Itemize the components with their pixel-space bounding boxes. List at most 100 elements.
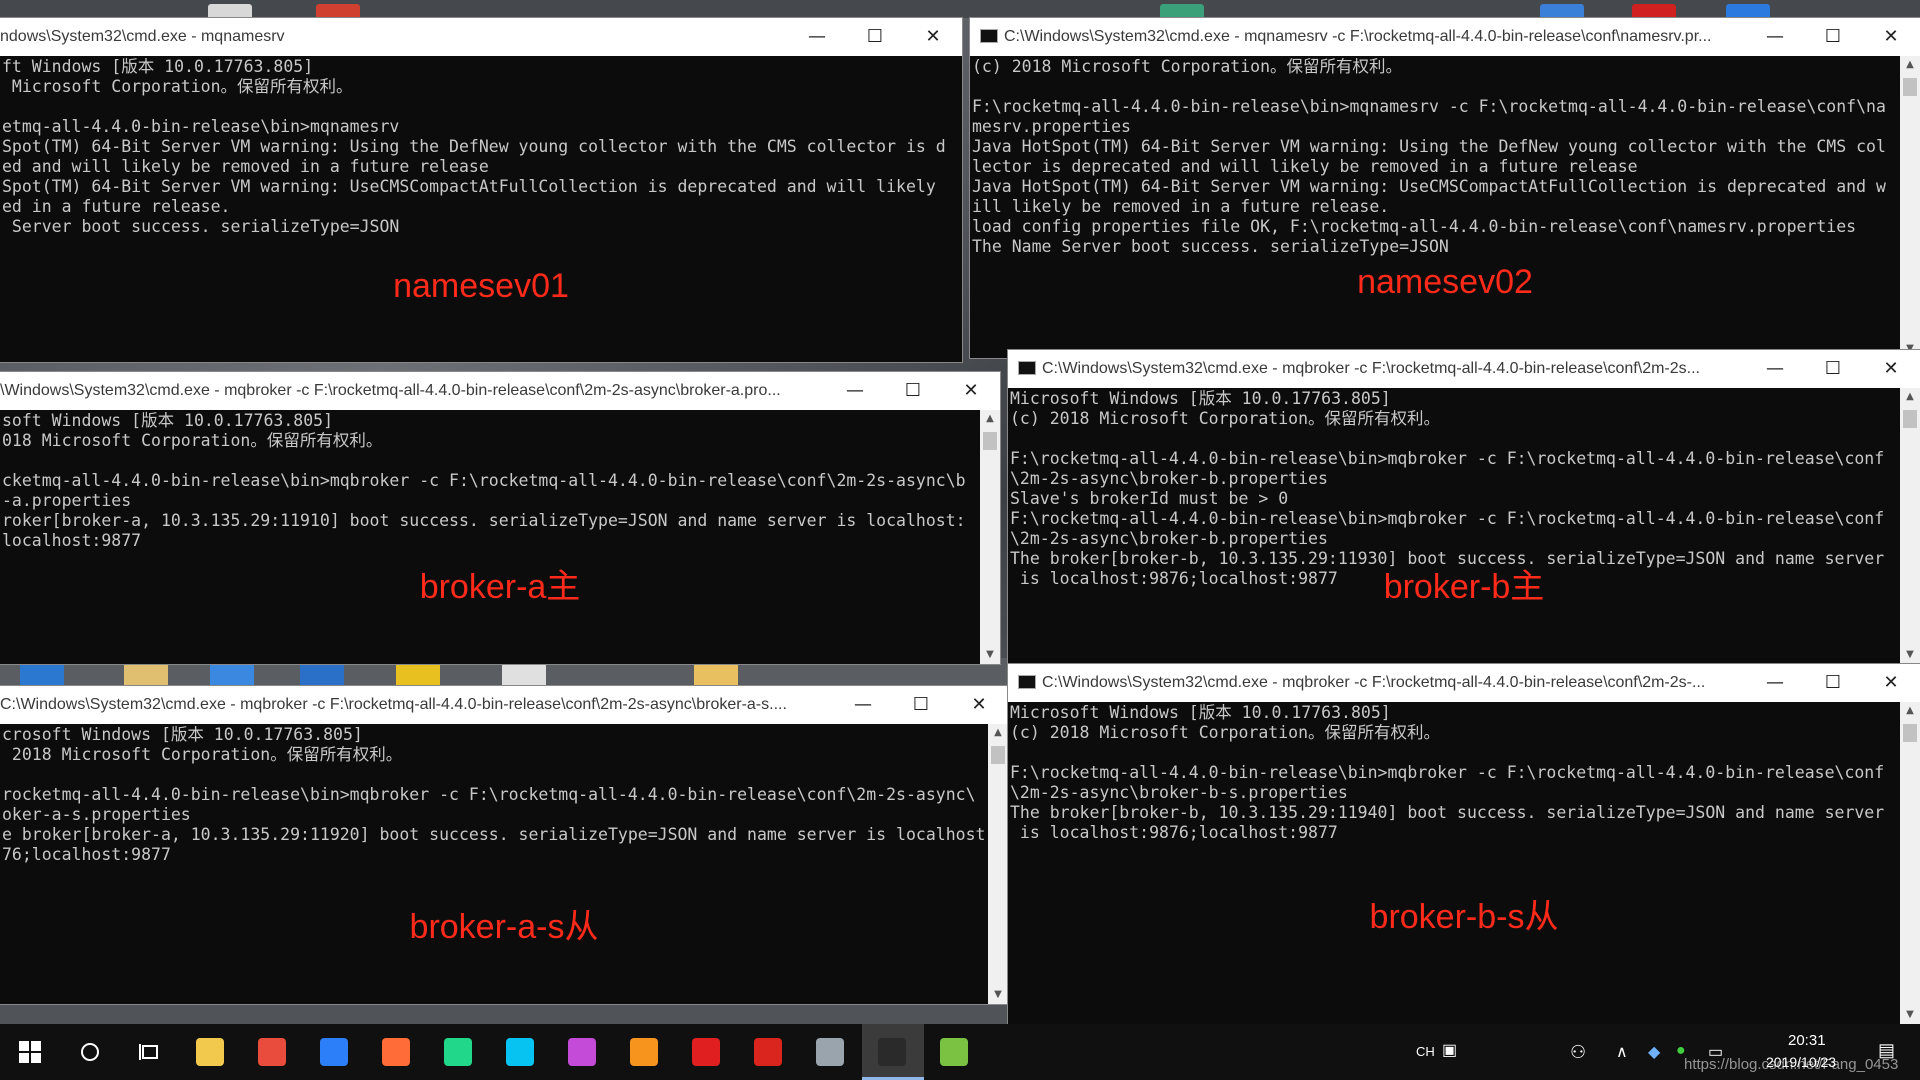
notes-app-icon	[320, 1038, 348, 1066]
taskbar-app-paint-3d[interactable]	[624, 1032, 664, 1072]
cmd-window-broker-b-s[interactable]: C:\Windows\System32\cmd.exe - mqbroker -…	[1008, 664, 1920, 1024]
maximize-button[interactable]: ☐	[1804, 18, 1862, 56]
taskbar-app-chrome[interactable]	[252, 1032, 292, 1072]
console-output[interactable]: crosoft Windows [版本 10.0.17763.805] 2018…	[0, 724, 988, 1004]
desktop-icon[interactable]	[396, 662, 440, 688]
title-bar[interactable]: C:\Windows\System32\cmd.exe - mqnamesrv …	[970, 18, 1920, 56]
scroll-thumb[interactable]	[983, 432, 997, 450]
clock-time[interactable]: 20:31	[1788, 1032, 1826, 1049]
console-line: The Name Server boot success. serializeT…	[972, 237, 1449, 256]
scroll-down-icon[interactable]: ▼	[1900, 1006, 1920, 1024]
console-line: roker[broker-a, 10.3.135.29:11910] boot …	[2, 511, 966, 530]
taskbar-app-youdao-dict[interactable]	[686, 1032, 726, 1072]
overlay-label: namesev01	[393, 267, 569, 305]
scroll-thumb[interactable]	[1903, 410, 1917, 428]
console-output[interactable]: Microsoft Windows [版本 10.0.17763.805] (c)…	[1008, 388, 1900, 664]
vertical-scrollbar[interactable]: ▲ ▼	[1900, 702, 1920, 1024]
desktop-icon[interactable]	[124, 662, 168, 688]
taskbar-app-cmd[interactable]	[872, 1032, 912, 1072]
close-button[interactable]: ✕	[1862, 350, 1920, 388]
cmd-window-namesev02[interactable]: C:\Windows\System32\cmd.exe - mqnamesrv …	[970, 18, 1920, 358]
netease-music-icon	[754, 1038, 782, 1066]
console-line: Java HotSpot(TM) 64-Bit Server VM warnin…	[972, 177, 1886, 196]
scroll-thumb[interactable]	[1903, 724, 1917, 742]
vertical-scrollbar[interactable]: ▲ ▼	[988, 724, 1008, 1004]
vertical-scrollbar[interactable]: ▲ ▼	[980, 410, 1000, 664]
scroll-up-icon[interactable]: ▲	[980, 410, 1000, 428]
title-bar[interactable]: C:\Windows\System32\cmd.exe - mqbroker -…	[0, 686, 1008, 724]
cmd-window-namesev01[interactable]: ndows\System32\cmd.exe - mqnamesrv — ☐ ✕ ft …	[0, 18, 962, 362]
ime-indicator[interactable]: CH	[1416, 1044, 1435, 1059]
desktop-icon[interactable]	[210, 662, 254, 688]
desktop-icon[interactable]	[694, 662, 738, 688]
cmd-window-broker-b[interactable]: C:\Windows\System32\cmd.exe - mqbroker -…	[1008, 350, 1920, 664]
cmd-window-broker-a[interactable]: \Windows\System32\cmd.exe - mqbroker -c …	[0, 372, 1000, 664]
cmd-window-broker-a-s[interactable]: C:\Windows\System32\cmd.exe - mqbroker -…	[0, 686, 1008, 1004]
scroll-up-icon[interactable]: ▲	[988, 724, 1008, 742]
title-bar[interactable]: ndows\System32\cmd.exe - mqnamesrv — ☐ ✕	[0, 18, 962, 56]
scroll-down-icon[interactable]: ▼	[980, 646, 1000, 664]
overlay-label: broker-b-s从	[1369, 898, 1559, 936]
desktop-icon[interactable]	[20, 662, 64, 688]
search-button[interactable]	[70, 1032, 110, 1072]
scroll-up-icon[interactable]: ▲	[1900, 56, 1920, 74]
taskbar-app-intellij-community[interactable]	[438, 1032, 478, 1072]
minimize-button[interactable]: —	[834, 686, 892, 724]
taskbar-app-webstorm[interactable]	[500, 1032, 540, 1072]
scroll-down-icon[interactable]: ▼	[988, 986, 1008, 1004]
title-bar[interactable]: C:\Windows\System32\cmd.exe - mqbroker -…	[1008, 350, 1920, 388]
image-viewer-icon	[816, 1038, 844, 1066]
scroll-thumb[interactable]	[991, 746, 1005, 764]
close-button[interactable]: ✕	[1862, 664, 1920, 702]
minimize-button[interactable]: —	[1746, 18, 1804, 56]
console-output[interactable]: Microsoft Windows [版本 10.0.17763.805] (c)…	[1008, 702, 1900, 1024]
taskbar-app-image-viewer[interactable]	[810, 1032, 850, 1072]
maximize-button[interactable]: ☐	[1804, 664, 1862, 702]
task-view-button[interactable]	[130, 1032, 170, 1072]
maximize-button[interactable]: ☐	[884, 372, 942, 410]
paint-3d-icon	[630, 1038, 658, 1066]
file-explorer-icon	[196, 1038, 224, 1066]
taskbar-app-notepad-plus[interactable]	[934, 1032, 974, 1072]
desktop-icon[interactable]	[502, 662, 546, 688]
taskbar-app-postman[interactable]	[376, 1032, 416, 1072]
vertical-scrollbar[interactable]: ▲ ▼	[1900, 388, 1920, 664]
console-output[interactable]: soft Windows [版本 10.0.17763.805] 018 Micr…	[0, 410, 980, 664]
close-button[interactable]: ✕	[942, 372, 1000, 410]
maximize-button[interactable]: ☐	[846, 18, 904, 56]
ime-mode-icon[interactable]: ▣	[1442, 1040, 1457, 1060]
taskbar-app-intellij-idea[interactable]	[562, 1032, 602, 1072]
taskbar-app-file-explorer[interactable]	[190, 1032, 230, 1072]
close-button[interactable]: ✕	[1862, 18, 1920, 56]
title-bar[interactable]: \Windows\System32\cmd.exe - mqbroker -c …	[0, 372, 1000, 410]
taskbar-app-netease-music[interactable]	[748, 1032, 788, 1072]
tray-person-icon[interactable]: ⚇	[1570, 1042, 1586, 1063]
console-output[interactable]: ft Windows [版本 10.0.17763.805] Microsoft…	[0, 56, 962, 362]
minimize-button[interactable]: —	[788, 18, 846, 56]
minimize-button[interactable]: —	[826, 372, 884, 410]
overlay-label: namesev02	[1357, 263, 1533, 301]
tray-network-icon[interactable]: ◆	[1648, 1042, 1660, 1062]
minimize-button[interactable]: —	[1746, 350, 1804, 388]
scroll-up-icon[interactable]: ▲	[1900, 388, 1920, 406]
close-button[interactable]: ✕	[950, 686, 1008, 724]
console-output[interactable]: (c) 2018 Microsoft Corporation。保留所有权利。 F:…	[970, 56, 1900, 358]
title-bar[interactable]: C:\Windows\System32\cmd.exe - mqbroker -…	[1008, 664, 1920, 702]
scroll-down-icon[interactable]: ▼	[1900, 646, 1920, 664]
scroll-up-icon[interactable]: ▲	[1900, 702, 1920, 720]
desktop-icon[interactable]	[300, 662, 344, 688]
console-line: The broker[broker-b, 10.3.135.29:11940] …	[1010, 803, 1885, 822]
start-button[interactable]	[10, 1032, 50, 1072]
scroll-thumb[interactable]	[1903, 78, 1917, 96]
maximize-button[interactable]: ☐	[1804, 350, 1862, 388]
taskbar-app-notes-app[interactable]	[314, 1032, 354, 1072]
minimize-button[interactable]: —	[1746, 664, 1804, 702]
console-line: 018 Microsoft Corporation。保留所有权利。	[2, 431, 383, 450]
maximize-button[interactable]: ☐	[892, 686, 950, 724]
tray-chevron-up-icon[interactable]: ∧	[1616, 1042, 1628, 1062]
vertical-scrollbar[interactable]: ▲ ▼	[1900, 56, 1920, 358]
search-circle-icon	[81, 1043, 99, 1061]
console-line: Java HotSpot(TM) 64-Bit Server VM warnin…	[972, 137, 1886, 156]
close-button[interactable]: ✕	[904, 18, 962, 56]
